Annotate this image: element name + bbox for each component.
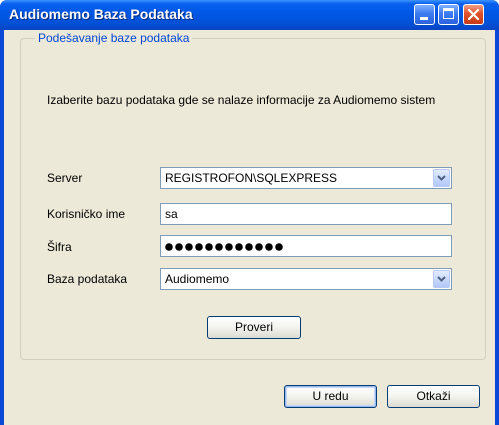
window-title: Audiomemo Baza Podataka bbox=[9, 6, 193, 22]
database-dropdown-button[interactable] bbox=[433, 270, 450, 288]
password-dot bbox=[275, 243, 283, 251]
password-dot bbox=[195, 243, 203, 251]
server-combobox[interactable]: REGISTROFON\SQLEXPRESS bbox=[160, 167, 452, 189]
password-dot bbox=[235, 243, 243, 251]
group-description: Izaberite bazu podataka gde se nalaze in… bbox=[47, 93, 436, 107]
password-input[interactable] bbox=[160, 235, 452, 257]
title-bar[interactable]: Audiomemo Baza Podataka bbox=[0, 0, 499, 30]
database-combobox[interactable]: Audiomemo bbox=[160, 268, 452, 290]
check-button[interactable]: Proveri bbox=[207, 316, 301, 339]
minimize-icon bbox=[420, 17, 428, 20]
server-label: Server bbox=[47, 171, 83, 185]
database-settings-group bbox=[20, 38, 486, 360]
password-dot bbox=[225, 243, 233, 251]
database-value: Audiomemo bbox=[165, 272, 230, 286]
password-dot bbox=[255, 243, 263, 251]
username-input[interactable]: sa bbox=[160, 203, 452, 225]
minimize-button[interactable] bbox=[414, 4, 435, 25]
maximize-button[interactable] bbox=[438, 4, 459, 25]
chevron-down-icon bbox=[437, 175, 446, 181]
password-dot bbox=[185, 243, 193, 251]
maximize-icon bbox=[443, 8, 454, 19]
password-dot bbox=[245, 243, 253, 251]
password-dot bbox=[205, 243, 213, 251]
chevron-down-icon bbox=[437, 276, 446, 282]
username-value: sa bbox=[165, 207, 178, 221]
database-label: Baza podataka bbox=[47, 272, 128, 286]
password-dot bbox=[165, 243, 173, 251]
password-dot bbox=[265, 243, 273, 251]
cancel-button[interactable]: Otkaži bbox=[387, 385, 480, 408]
username-label: Korisničko ime bbox=[47, 207, 126, 221]
group-legend: Podešavanje baze podataka bbox=[35, 31, 193, 45]
close-icon bbox=[467, 8, 480, 21]
password-dot bbox=[175, 243, 183, 251]
server-dropdown-button[interactable] bbox=[433, 169, 450, 187]
server-value: REGISTROFON\SQLEXPRESS bbox=[165, 171, 338, 185]
close-button[interactable] bbox=[463, 4, 484, 25]
password-label: Šifra bbox=[47, 240, 72, 254]
ok-button[interactable]: U redu bbox=[284, 385, 377, 408]
password-dot bbox=[215, 243, 223, 251]
password-mask bbox=[165, 243, 283, 251]
